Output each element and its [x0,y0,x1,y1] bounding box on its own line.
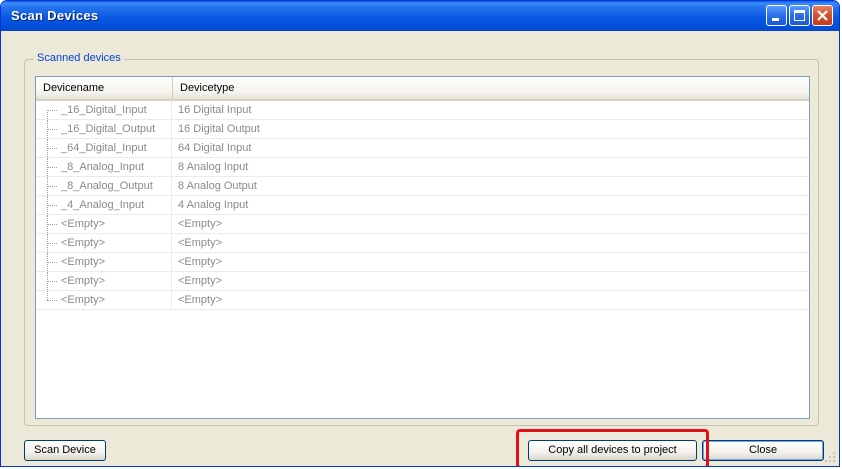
device-type: <Empty> [178,218,223,230]
tree-line [47,196,59,214]
window-title: Scan Devices [11,8,99,23]
device-type: <Empty> [178,256,223,268]
list-item[interactable]: <Empty> <Empty> [36,291,809,310]
list-item[interactable]: <Empty> <Empty> [36,253,809,272]
list-item[interactable]: _8_Analog_Input 8 Analog Input [36,158,809,177]
device-name: _8_Analog_Input [61,158,172,176]
minimize-icon [772,18,779,21]
device-name: <Empty> [61,272,172,290]
tree-line [47,101,59,119]
tree-line [47,139,59,157]
device-type: <Empty> [178,237,223,249]
device-type: 64 Digital Input [178,142,252,154]
column-header-devicetype[interactable]: Devicetype [173,77,573,99]
close-icon [817,10,828,21]
close-button[interactable]: Close [702,440,824,461]
device-name: _16_Digital_Input [61,101,172,119]
highlight-box [516,429,709,466]
list-item[interactable]: <Empty> <Empty> [36,272,809,291]
scan-device-button[interactable]: Scan Device [24,440,106,461]
resize-grip-icon[interactable] [824,451,836,463]
list-item[interactable]: _8_Analog_Output 8 Analog Output [36,177,809,196]
device-type: 16 Digital Output [178,123,260,135]
tree-line [47,158,59,176]
list-item[interactable]: _64_Digital_Input 64 Digital Input [36,139,809,158]
list-item[interactable]: <Empty> <Empty> [36,234,809,253]
device-name: <Empty> [61,215,172,233]
tree-line [47,253,59,271]
device-type: <Empty> [178,294,223,306]
device-name: _16_Digital_Output [61,120,172,138]
maximize-button[interactable] [789,5,810,26]
list-item[interactable]: _16_Digital_Output 16 Digital Output [36,120,809,139]
list-rows: _16_Digital_Input 16 Digital Input _16_Dig… [36,101,809,310]
minimize-button[interactable] [766,5,787,26]
device-type: 16 Digital Input [178,104,252,116]
device-type: 8 Analog Output [178,180,257,192]
scan-devices-dialog: Scan Devices Scanned devices Devicename … [0,0,840,467]
list-item[interactable]: _16_Digital_Input 16 Digital Input [36,101,809,120]
group-legend: Scanned devices [34,52,124,64]
device-name: _4_Analog_Input [61,196,172,214]
tree-line [47,120,59,138]
device-type: 8 Analog Input [178,161,249,173]
device-type: <Empty> [178,275,223,287]
maximize-icon [794,10,805,21]
list-item[interactable]: _4_Analog_Input 4 Analog Input [36,196,809,215]
tree-line [47,272,59,290]
device-list[interactable]: Devicename Devicetype _16_Digital_Input 1… [35,76,810,419]
device-name: _64_Digital_Input [61,139,172,157]
device-name: <Empty> [61,234,172,252]
title-bar[interactable]: Scan Devices [1,1,839,31]
device-name: <Empty> [61,253,172,271]
column-header-devicename[interactable]: Devicename [36,77,173,99]
tree-line [47,234,59,252]
close-window-button[interactable] [812,5,833,26]
tree-line [47,215,59,233]
tree-line [47,177,59,195]
list-item[interactable]: <Empty> <Empty> [36,215,809,234]
tree-line [47,291,59,309]
device-name: _8_Analog_Output [61,177,172,195]
device-type: 4 Analog Input [178,199,249,211]
device-name: <Empty> [61,291,172,309]
list-header: Devicename Devicetype [36,77,809,101]
